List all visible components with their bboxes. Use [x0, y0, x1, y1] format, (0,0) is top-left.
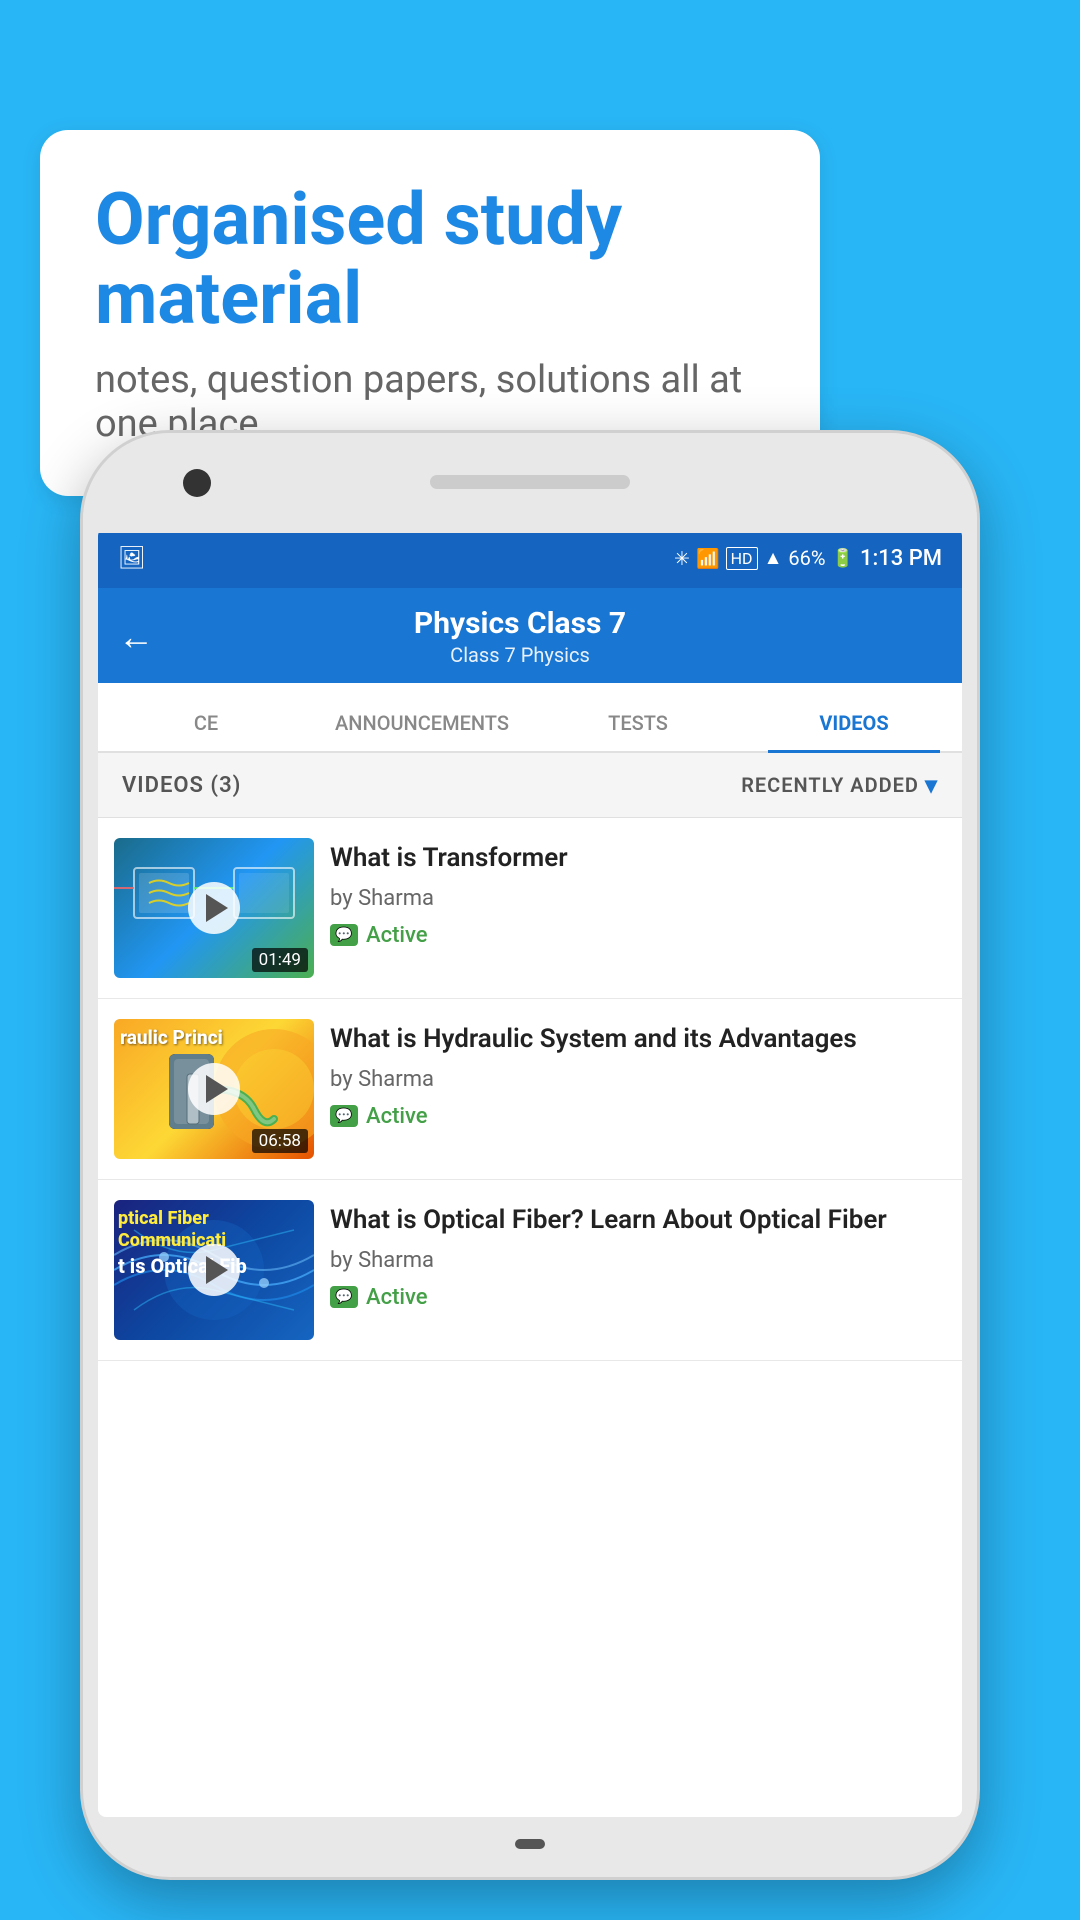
tab-videos[interactable]: VIDEOS	[746, 711, 962, 751]
video-status-1: Active	[330, 923, 946, 948]
tab-announcements[interactable]: ANNOUNCEMENTS	[314, 711, 530, 751]
home-button[interactable]	[515, 1839, 545, 1849]
phone-screen: 🖼 ✳ 📶 HD ▲ 66% 🔋 1:13 PM ← Physics Class…	[98, 528, 962, 1817]
tab-ce[interactable]: CE	[98, 711, 314, 751]
video-title-2: What is Hydraulic System and its Advanta…	[330, 1023, 946, 1057]
status-right: ✳ 📶 HD ▲ 66% 🔋 1:13 PM	[674, 546, 942, 571]
dropdown-icon: ▾	[925, 771, 938, 799]
hd-badge: HD	[726, 547, 758, 570]
play-icon-2	[206, 1075, 228, 1103]
video-info-1: What is Transformer by Sharma Active	[330, 838, 946, 948]
video-thumb-1: 01:49	[114, 838, 314, 978]
video-info-3: What is Optical Fiber? Learn About Optic…	[330, 1200, 946, 1310]
video-status-2: Active	[330, 1104, 946, 1129]
video-thumb-2: raulic Princi 06:58	[114, 1019, 314, 1159]
status-chat-icon-1	[330, 924, 358, 946]
play-button-2[interactable]	[188, 1063, 240, 1115]
phone-frame: 🖼 ✳ 📶 HD ▲ 66% 🔋 1:13 PM ← Physics Class…	[80, 430, 980, 1880]
header-title: Physics Class 7 Class 7 Physics	[174, 606, 866, 667]
battery-percent: 66%	[788, 546, 825, 570]
status-bar: 🖼 ✳ 📶 HD ▲ 66% 🔋 1:13 PM	[98, 528, 962, 588]
phone-top	[83, 433, 977, 533]
battery-icon: 🔋	[832, 548, 854, 569]
play-button-3[interactable]	[188, 1244, 240, 1296]
video-item-1[interactable]: 01:49 What is Transformer by Sharma Acti…	[98, 818, 962, 999]
video-status-3: Active	[330, 1285, 946, 1310]
wifi-icon: ▲	[764, 546, 783, 570]
phone-camera	[183, 469, 211, 497]
video-info-2: What is Hydraulic System and its Advanta…	[330, 1019, 946, 1129]
bubble-title: Organised study material	[95, 180, 765, 338]
header-title-sub: Class 7 Physics	[174, 643, 866, 667]
photo-icon: 🖼	[118, 546, 146, 571]
list-header: VIDEOS (3) RECENTLY ADDED ▾	[98, 753, 962, 818]
duration-1: 01:49	[252, 948, 308, 972]
status-left: 🖼	[118, 546, 146, 571]
video-count: VIDEOS (3)	[122, 773, 241, 798]
bluetooth-icon: ✳	[674, 547, 690, 570]
status-chat-icon-2	[330, 1105, 358, 1127]
video-author-3: by Sharma	[330, 1248, 946, 1273]
back-button[interactable]: ←	[118, 619, 154, 655]
video-author-2: by Sharma	[330, 1067, 946, 1092]
video-author-1: by Sharma	[330, 886, 946, 911]
tab-bar: CE ANNOUNCEMENTS TESTS VIDEOS	[98, 683, 962, 753]
play-icon-3	[206, 1256, 228, 1284]
video-thumb-3: ptical Fiber Communicati t is Optical Fi…	[114, 1200, 314, 1340]
video-item-2[interactable]: raulic Princi 06:58 What is Hydraulic Sy…	[98, 999, 962, 1180]
sort-dropdown[interactable]: RECENTLY ADDED ▾	[741, 771, 938, 799]
status-chat-icon-3	[330, 1286, 358, 1308]
video-title-1: What is Transformer	[330, 842, 946, 876]
play-button-1[interactable]	[188, 882, 240, 934]
tab-tests[interactable]: TESTS	[530, 711, 746, 751]
app-header: ← Physics Class 7 Class 7 Physics	[98, 588, 962, 683]
clock: 1:13 PM	[860, 546, 942, 571]
signal-icon: 📶	[696, 547, 720, 570]
play-icon-1	[206, 894, 228, 922]
video-title-3: What is Optical Fiber? Learn About Optic…	[330, 1204, 946, 1238]
hydraulic-thumb-text: raulic Princi	[120, 1027, 223, 1050]
duration-2: 06:58	[252, 1129, 308, 1153]
video-item-3[interactable]: ptical Fiber Communicati t is Optical Fi…	[98, 1180, 962, 1361]
header-title-main: Physics Class 7	[174, 606, 866, 641]
phone-speaker	[430, 475, 630, 489]
